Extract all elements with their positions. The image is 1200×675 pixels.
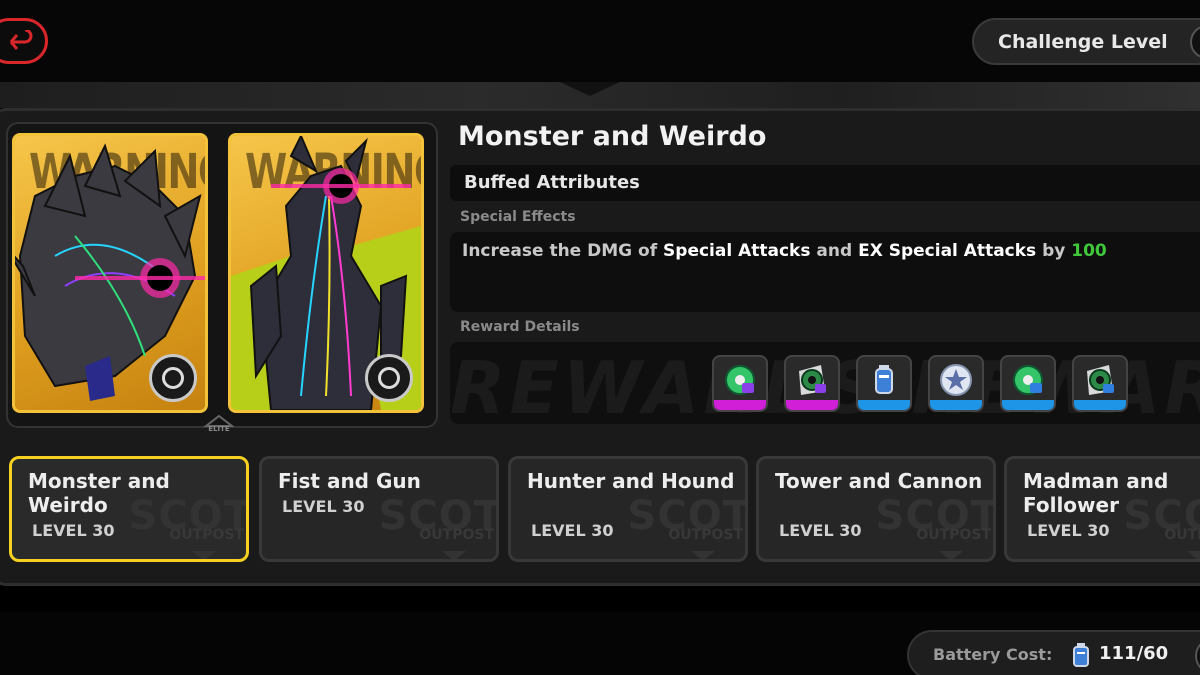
- stage-level: LEVEL 30: [1027, 521, 1110, 540]
- stage-level: LEVEL 30: [282, 497, 365, 516]
- elite-label: ELITE: [208, 425, 230, 433]
- stage-name: Tower and Cannon: [775, 469, 983, 493]
- stage-level: LEVEL 30: [779, 521, 862, 540]
- stage-name: Hunter and Hound: [527, 469, 735, 493]
- ethereal-badge-icon: [149, 354, 197, 402]
- stage-button-monster-and-weirdo[interactable]: SCOT OUTPOST Monster and Weirdo LEVEL 30: [9, 456, 249, 562]
- stage-button-hunter-and-hound[interactable]: SCOT OUTPOST Hunter and Hound LEVEL 30: [508, 456, 748, 562]
- stage-watermark-sub: OUTPOST: [419, 527, 494, 543]
- special-effects-box: Increase the DMG of Special Attacks and …: [450, 232, 1200, 312]
- rarity-strip: [1074, 400, 1126, 410]
- stage-name: Madman and Follower: [1023, 469, 1169, 517]
- special-effect-text: Increase the DMG of Special Attacks and …: [462, 241, 1107, 261]
- reward-item[interactable]: [1000, 355, 1056, 412]
- stage-level: LEVEL 30: [531, 521, 614, 540]
- stage-button-fist-and-gun[interactable]: SCOT OUTPOST Fist and Gun LEVEL 30: [259, 456, 499, 562]
- reward-item[interactable]: [712, 355, 768, 412]
- stage-watermark-sub: OUTPOST: [916, 527, 991, 543]
- rarity-strip: [786, 400, 838, 410]
- challenge-level-label: Challenge Level: [998, 31, 1168, 53]
- special-effects-label: Special Effects: [460, 209, 576, 225]
- challenge-level-knob-icon: [1190, 25, 1200, 59]
- rarity-strip: [858, 400, 910, 410]
- stage-arrow-icon: [192, 551, 216, 559]
- stage-arrow-icon: [939, 551, 963, 559]
- reward-item[interactable]: [784, 355, 840, 412]
- stage-watermark-sub: OUTPOST: [668, 527, 743, 543]
- back-button[interactable]: [0, 18, 48, 64]
- stage-title: Monster and Weirdo: [458, 121, 767, 152]
- rarity-strip: [930, 400, 982, 410]
- green-disk-icon: [799, 365, 826, 395]
- battery-cost-box[interactable]: Battery Cost: 111/60: [907, 630, 1200, 675]
- battery-cost-label: Battery Cost:: [933, 645, 1053, 664]
- green-disk-icon: [1013, 365, 1043, 395]
- stage-watermark-sub: OUTPOST: [1164, 527, 1200, 543]
- stage-watermark-sub: OUTPOST: [169, 527, 244, 543]
- boss-card-monster: WARNING: [12, 133, 208, 413]
- battery-cost-value: 111/60: [1099, 643, 1169, 664]
- reward-details-label: Reward Details: [460, 319, 580, 335]
- stage-button-tower-and-cannon[interactable]: SCOT OUTPOST Tower and Cannon LEVEL 30: [756, 456, 996, 562]
- stage-arrow-icon: [442, 551, 466, 559]
- stage-name: Monster and Weirdo: [28, 469, 170, 517]
- reward-item[interactable]: [928, 355, 984, 412]
- green-disk-icon: [725, 365, 755, 395]
- battery-cost-knob-icon: [1195, 638, 1200, 674]
- stage-name: Fist and Gun: [278, 469, 421, 493]
- rarity-strip: [714, 400, 766, 410]
- back-arrow-icon: [9, 30, 33, 50]
- star-orb-icon: [940, 364, 972, 396]
- battery-icon: [1073, 643, 1089, 667]
- buffed-attributes-box: Buffed Attributes: [450, 165, 1200, 201]
- rarity-strip: [1002, 400, 1054, 410]
- reward-item[interactable]: [856, 355, 912, 412]
- ethereal-badge-icon: [365, 354, 413, 402]
- reward-item[interactable]: [1072, 355, 1128, 412]
- challenge-level-button[interactable]: Challenge Level: [972, 18, 1200, 65]
- stage-arrow-icon: [1187, 551, 1200, 559]
- green-disk-icon: [1087, 365, 1114, 395]
- elite-marker: ELITE: [196, 413, 242, 439]
- buffed-attributes-label: Buffed Attributes: [464, 172, 640, 193]
- boss-card-weirdo: WARNING: [228, 133, 424, 413]
- stage-arrow-icon: [691, 551, 715, 559]
- stage-level: LEVEL 30: [32, 521, 115, 540]
- stage-button-madman-and-follower[interactable]: SCOT OUTPOST Madman and Follower LEVEL 3…: [1004, 456, 1200, 562]
- battery-canister-icon: [875, 365, 893, 394]
